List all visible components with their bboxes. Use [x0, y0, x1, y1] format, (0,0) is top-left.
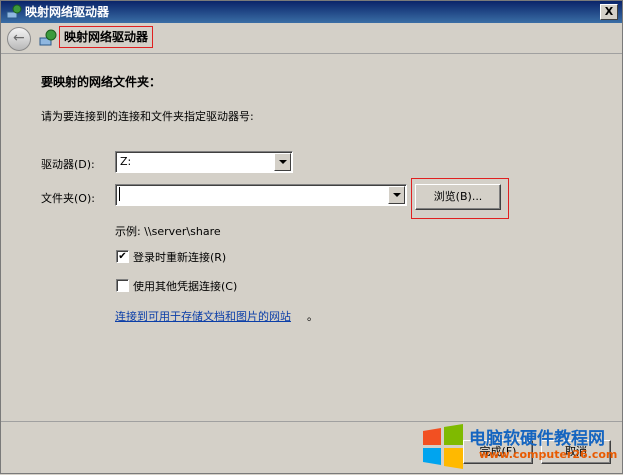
folder-label: 文件夹(O): [41, 192, 95, 205]
page-heading: 要映射的网络文件夹： [41, 75, 162, 89]
title-bar: 映射网络驱动器 X [1, 1, 622, 23]
other-credentials-label[interactable]: 使用其他凭据连接(C) [133, 278, 237, 294]
back-button[interactable]: ← [7, 27, 31, 51]
network-drive-icon [39, 29, 57, 46]
map-drive-dialog: 映射网络驱动器 X ← 映射网络驱动器 要映射的网络文件夹： 请为要连接到的连接… [0, 0, 623, 474]
windows-logo-icon [423, 424, 463, 469]
drive-value: Z: [120, 155, 132, 168]
network-drive-icon [6, 4, 22, 19]
dropdown-arrow-icon[interactable] [388, 186, 405, 204]
drive-label: 驱动器(D): [41, 158, 95, 171]
watermark-title: 电脑软硬件教程网 [469, 429, 605, 449]
example-text: 示例: \\server\share [115, 225, 221, 238]
text-caret [119, 187, 120, 201]
drive-select[interactable]: Z: [115, 151, 293, 173]
reconnect-checkbox[interactable]: ✔ [116, 250, 129, 263]
other-credentials-checkbox[interactable] [116, 279, 129, 292]
window-title: 映射网络驱动器 [25, 5, 110, 19]
instruction-text: 请为要连接到的连接和文件夹指定驱动器号: [41, 110, 254, 123]
close-button[interactable]: X [600, 4, 618, 20]
site-watermark: 电脑软硬件教程网 www.computer26.com [419, 415, 623, 475]
nav-bar: ← 映射网络驱动器 [1, 23, 622, 54]
website-link[interactable]: 连接到可用于存储文档和图片的网站 [115, 308, 291, 324]
folder-input[interactable] [115, 184, 407, 206]
back-arrow-icon: ← [13, 30, 25, 46]
watermark-url: www.computer26.com [479, 448, 618, 461]
link-period: 。 [307, 310, 318, 323]
reconnect-label[interactable]: 登录时重新连接(R) [133, 249, 226, 265]
browse-button[interactable]: 浏览(B)... [415, 184, 501, 210]
dropdown-arrow-icon[interactable] [274, 153, 291, 171]
nav-title: 映射网络驱动器 [59, 26, 154, 48]
